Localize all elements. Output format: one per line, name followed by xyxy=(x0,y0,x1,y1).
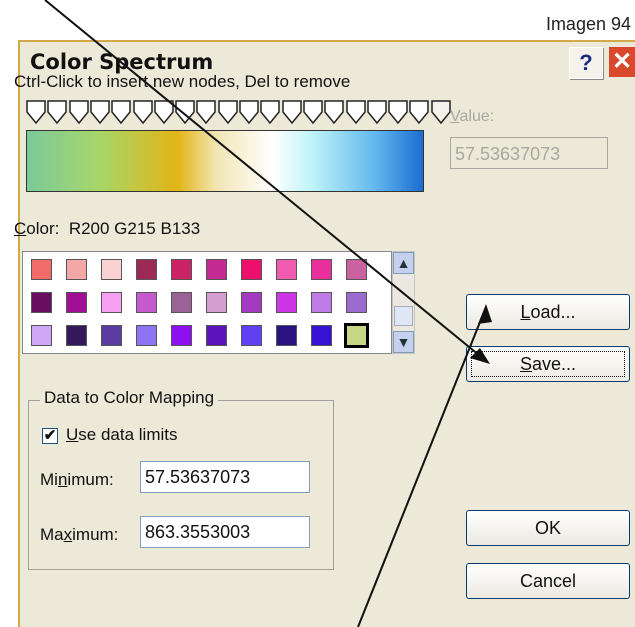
scroll-up-arrow-icon[interactable]: ▲ xyxy=(393,252,414,274)
use-data-limits-label: Use data limits xyxy=(66,425,178,444)
gradient-node-marker-icon[interactable] xyxy=(239,100,259,124)
color-swatch[interactable] xyxy=(311,259,332,280)
gradient-node-marker-icon[interactable] xyxy=(196,100,217,124)
gradient-node-marker-icon[interactable] xyxy=(388,100,408,124)
gradient-node-marker-icon[interactable] xyxy=(303,100,323,124)
color-swatch[interactable] xyxy=(206,259,227,280)
color-swatch[interactable] xyxy=(241,292,262,313)
gradient-node-marker-icon[interactable] xyxy=(260,100,281,124)
gradient-node-marker-icon[interactable] xyxy=(132,100,153,124)
minimum-input[interactable]: 57.53637073 xyxy=(140,461,310,493)
instruction-text: Ctrl-Click to insert new nodes, Del to r… xyxy=(14,72,351,91)
gradient-node-marker-icon[interactable] xyxy=(47,100,68,124)
maximum-input[interactable]: 863.3553003 xyxy=(140,516,310,548)
value-field: 57.53637073 xyxy=(450,137,608,169)
gradient-node-marker-icon[interactable] xyxy=(111,100,131,124)
swatch-scrollbar[interactable]: ▲ ▼ xyxy=(392,251,415,354)
minimum-label: Minimum: xyxy=(40,470,114,489)
scroll-thumb[interactable] xyxy=(394,306,413,326)
gradient-node-marker-icon[interactable] xyxy=(409,100,430,124)
color-swatch[interactable] xyxy=(346,259,367,280)
color-gradient-bar[interactable] xyxy=(26,130,424,192)
color-swatch[interactable] xyxy=(241,259,262,280)
gradient-node-marker-icon[interactable] xyxy=(175,100,195,124)
scroll-down-arrow-icon[interactable]: ▼ xyxy=(393,331,414,353)
color-swatch[interactable] xyxy=(31,259,52,280)
color-swatch[interactable] xyxy=(311,292,332,313)
cancel-button[interactable]: Cancel xyxy=(466,563,630,599)
color-swatch[interactable] xyxy=(171,325,192,346)
maximum-label: Maximum: xyxy=(40,525,119,544)
color-swatch[interactable] xyxy=(136,259,157,280)
gradient-node-marker-icon[interactable] xyxy=(430,100,451,124)
group-title: Data to Color Mapping xyxy=(40,388,219,408)
help-button[interactable]: ? xyxy=(569,47,603,79)
color-swatch[interactable] xyxy=(101,259,122,280)
color-swatch[interactable] xyxy=(344,323,369,348)
gradient-node-marker-icon[interactable] xyxy=(90,100,110,124)
color-swatch[interactable] xyxy=(101,325,122,346)
gradient-node-marker-icon[interactable] xyxy=(324,100,344,124)
color-swatch[interactable] xyxy=(101,292,122,313)
ok-button[interactable]: OK xyxy=(466,510,630,546)
gradient-node-marker-icon[interactable] xyxy=(217,100,238,124)
window-title: Color Spectrum xyxy=(30,50,214,74)
gradient-node-bar[interactable] xyxy=(26,100,451,126)
color-swatch[interactable] xyxy=(241,325,262,346)
color-swatch-grid xyxy=(22,251,392,354)
color-swatch[interactable] xyxy=(206,325,227,346)
load-button[interactable]: Load... xyxy=(466,294,630,330)
rgb-value: R200 G215 B133 xyxy=(68,219,201,238)
color-swatch[interactable] xyxy=(66,292,87,313)
close-button[interactable]: ✕ xyxy=(609,47,635,77)
color-readout: Color: R200 G215 B133 xyxy=(14,219,201,238)
color-swatch[interactable] xyxy=(276,325,297,346)
gradient-node-marker-icon[interactable] xyxy=(154,100,174,124)
color-swatch[interactable] xyxy=(171,292,192,313)
gradient-node-marker-icon[interactable] xyxy=(281,100,302,124)
color-swatch[interactable] xyxy=(206,292,227,313)
color-swatch[interactable] xyxy=(31,325,52,346)
color-swatch[interactable] xyxy=(136,292,157,313)
gradient-node-marker-icon[interactable] xyxy=(345,100,366,124)
gradient-node-marker-icon[interactable] xyxy=(367,100,387,124)
color-swatch[interactable] xyxy=(346,292,367,313)
color-swatch[interactable] xyxy=(276,259,297,280)
color-swatch[interactable] xyxy=(276,292,297,313)
value-label: Value: xyxy=(450,108,495,125)
color-swatch[interactable] xyxy=(136,325,157,346)
color-swatch[interactable] xyxy=(171,259,192,280)
color-swatch[interactable] xyxy=(66,259,87,280)
gradient-node-marker-icon[interactable] xyxy=(26,100,46,124)
color-swatch[interactable] xyxy=(66,325,87,346)
use-data-limits-checkbox[interactable]: ✔ xyxy=(42,428,58,444)
gradient-node-marker-icon[interactable] xyxy=(68,100,89,124)
color-swatch[interactable] xyxy=(31,292,52,313)
color-swatch[interactable] xyxy=(311,325,332,346)
save-button[interactable]: Save... xyxy=(466,346,630,382)
figure-caption: Imagen 94 xyxy=(545,14,631,34)
